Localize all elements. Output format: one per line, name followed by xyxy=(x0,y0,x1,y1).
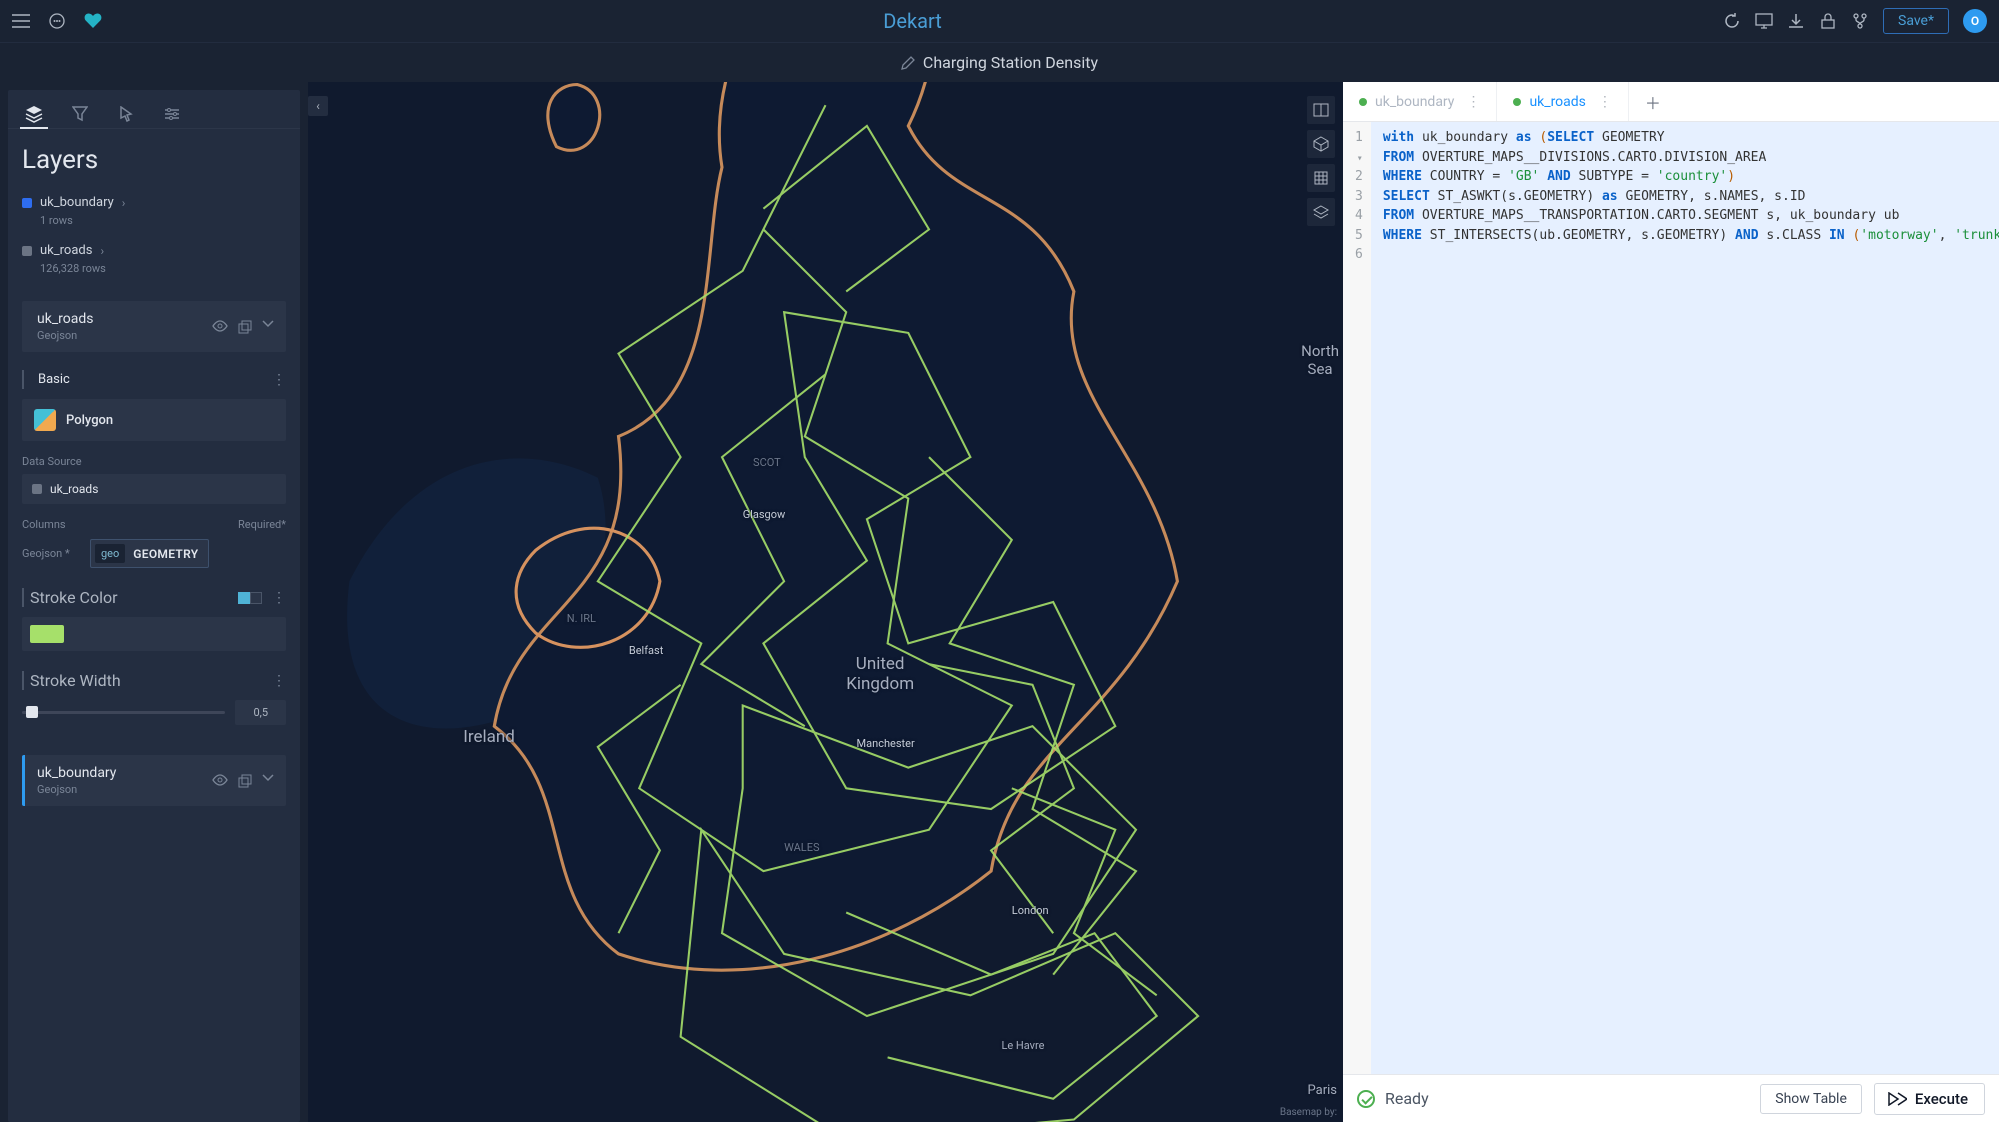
map-area[interactable]: ‹ xyxy=(308,82,1343,1122)
kebab-icon[interactable]: ⋮ xyxy=(272,590,286,606)
datasource-label: Data Source xyxy=(22,455,286,468)
download-icon[interactable] xyxy=(1787,12,1805,30)
sidebar-title: Layers xyxy=(22,145,286,175)
layer-type-select[interactable]: Polygon xyxy=(22,399,286,441)
geometry-column-select[interactable]: geo GEOMETRY xyxy=(90,539,209,568)
basemap-credit: Basemap by: xyxy=(1280,1107,1337,1118)
required-label: Required* xyxy=(238,518,286,531)
geojson-label: Geojson * xyxy=(22,547,80,560)
execute-icon xyxy=(1887,1092,1907,1106)
datasource-select[interactable]: uk_roads xyxy=(22,474,286,504)
tab-uk-roads[interactable]: uk_roads ⋮ xyxy=(1497,82,1628,121)
polygon-icon xyxy=(34,409,56,431)
duplicate-icon[interactable] xyxy=(238,320,252,334)
sidebar-column: Layers uk_boundary› 1 rows uk_roads› 126… xyxy=(0,82,308,1122)
chevron-right-icon: › xyxy=(100,244,104,258)
dataset-dot xyxy=(22,198,32,208)
lock-icon[interactable] xyxy=(1819,12,1837,30)
stroke-width-value[interactable]: 0,5 xyxy=(235,700,286,725)
visibility-icon[interactable] xyxy=(212,320,228,334)
app-name[interactable]: Dekart xyxy=(102,9,1723,33)
document-title[interactable]: Charging Station Density xyxy=(923,53,1098,72)
kebab-icon[interactable]: ⋮ xyxy=(1462,94,1484,110)
edit-icon[interactable] xyxy=(901,56,915,70)
filter-tab[interactable] xyxy=(68,100,92,128)
code-editor[interactable]: 1 ▾23456 with uk_boundary as (SELECT GEO… xyxy=(1343,122,1999,1074)
table-icon[interactable] xyxy=(1307,164,1335,192)
settings-tab[interactable] xyxy=(160,100,184,128)
kebab-icon[interactable]: ⋮ xyxy=(272,372,286,388)
dataset-dot xyxy=(32,484,42,494)
status-check-icon xyxy=(1357,1090,1375,1108)
dataset-uk-roads[interactable]: uk_roads› 126,328 rows xyxy=(22,239,286,287)
color-mode-toggle[interactable] xyxy=(238,592,262,604)
heart-icon[interactable] xyxy=(84,12,102,30)
collapse-sidebar-button[interactable]: ‹ xyxy=(308,96,328,116)
legend-icon[interactable] xyxy=(1307,198,1335,226)
map-tools xyxy=(1307,96,1335,226)
status-dot-icon xyxy=(1513,98,1521,106)
menu-icon[interactable] xyxy=(12,12,30,30)
workspace: Layers uk_boundary› 1 rows uk_roads› 126… xyxy=(0,82,1999,1122)
refresh-icon[interactable] xyxy=(1723,12,1741,30)
chevron-down-icon[interactable] xyxy=(262,320,274,334)
editor-footer: Ready Show Table Execute xyxy=(1343,1074,1999,1122)
3d-view-icon[interactable] xyxy=(1307,130,1335,158)
avatar[interactable]: O xyxy=(1963,9,1987,33)
layers-tab[interactable] xyxy=(22,100,46,128)
status-text: Ready xyxy=(1385,1089,1429,1108)
present-icon[interactable] xyxy=(1755,12,1773,30)
interaction-tab[interactable] xyxy=(114,100,138,128)
sidebar-tabs xyxy=(8,90,300,129)
dataset-uk-boundary[interactable]: uk_boundary› 1 rows xyxy=(22,191,286,239)
sidebar: Layers uk_boundary› 1 rows uk_roads› 126… xyxy=(8,90,300,1122)
add-tab-button[interactable]: ＋ xyxy=(1629,90,1677,114)
status-dot-icon xyxy=(1359,98,1367,106)
basic-section-header: Basic ⋮ xyxy=(22,370,286,389)
stroke-width-header: Stroke Width ⋮ xyxy=(22,671,286,690)
kebab-icon[interactable]: ⋮ xyxy=(272,673,286,689)
visibility-icon[interactable] xyxy=(212,774,228,788)
layer-card-uk-boundary[interactable]: uk_boundary Geojson xyxy=(22,755,286,806)
gutter: 1 ▾23456 xyxy=(1343,122,1371,1074)
tab-uk-boundary[interactable]: uk_boundary ⋮ xyxy=(1343,82,1497,121)
sidebar-body: Layers uk_boundary› 1 rows uk_roads› 126… xyxy=(8,129,300,1122)
stroke-color-swatch[interactable] xyxy=(30,625,64,643)
topbar-right: Save* O xyxy=(1723,8,1987,34)
map-svg xyxy=(308,82,1343,1122)
duplicate-icon[interactable] xyxy=(238,774,252,788)
stroke-color-header: Stroke Color ⋮ xyxy=(22,588,286,607)
columns-label: Columns xyxy=(22,518,66,531)
execute-button[interactable]: Execute xyxy=(1874,1083,1985,1115)
editor-column: uk_boundary ⋮ uk_roads ⋮ ＋ 1 ▾23456 with… xyxy=(1343,82,1999,1122)
chevron-right-icon: › xyxy=(122,196,126,210)
show-table-button[interactable]: Show Table xyxy=(1760,1084,1862,1114)
save-button[interactable]: Save* xyxy=(1883,8,1949,34)
chat-icon[interactable] xyxy=(48,12,66,30)
fork-icon[interactable] xyxy=(1851,12,1869,30)
layer-card-uk-roads[interactable]: uk_roads Geojson xyxy=(22,301,286,352)
kebab-icon[interactable]: ⋮ xyxy=(1594,94,1616,110)
dataset-dot xyxy=(22,246,32,256)
editor-tabs: uk_boundary ⋮ uk_roads ⋮ ＋ xyxy=(1343,82,1999,122)
stroke-width-slider[interactable] xyxy=(22,711,225,714)
app-root: Dekart Save* O Charging Station Density xyxy=(0,0,1999,1122)
chevron-down-icon[interactable] xyxy=(262,774,274,788)
titlebar: Charging Station Density xyxy=(0,42,1999,82)
topbar: Dekart Save* O xyxy=(0,0,1999,42)
split-view-icon[interactable] xyxy=(1307,96,1335,124)
topbar-left xyxy=(12,12,102,30)
code-content[interactable]: with uk_boundary as (SELECT GEOMETRYFROM… xyxy=(1371,122,1999,1074)
